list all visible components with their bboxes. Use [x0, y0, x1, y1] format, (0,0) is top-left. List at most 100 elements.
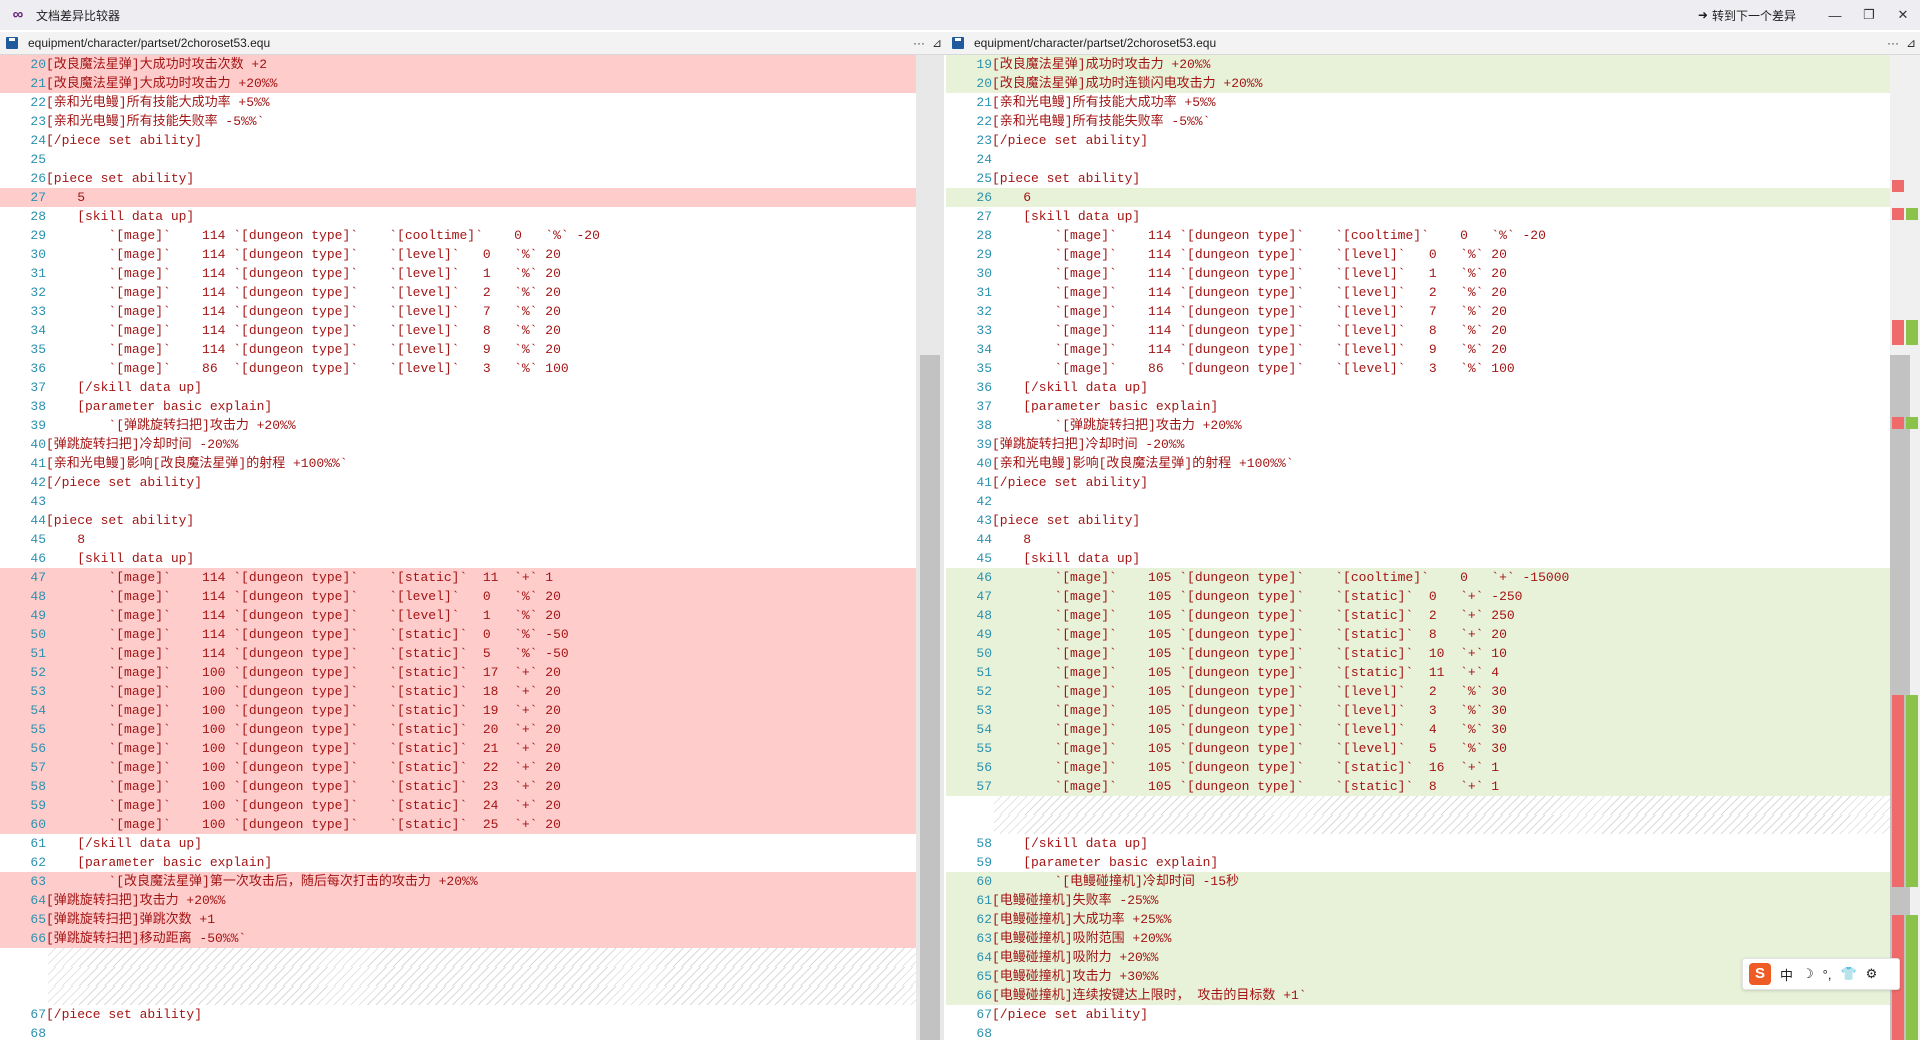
- code-line: 48 `[mage]` 105 `[dungeon type]` `[stati…: [946, 606, 1890, 625]
- ime-moon-icon[interactable]: ☽: [1802, 966, 1814, 982]
- overview-marker-removed: [1892, 417, 1904, 429]
- line-number: 22: [30, 95, 46, 110]
- code-line: 43[piece set ability]: [946, 511, 1890, 530]
- ime-chinese-mode[interactable]: 中: [1780, 965, 1793, 984]
- code-line: 68: [946, 1024, 1890, 1040]
- line-text: `[电鳗碰撞机]冷却时间 -15秒: [992, 874, 1240, 889]
- code-line: 47 `[mage]` 114 `[dungeon type]` `[stati…: [0, 568, 916, 587]
- line-number: 25: [30, 152, 46, 167]
- left-file-path: equipment/character/partset/2choroset53.…: [28, 36, 271, 50]
- ime-toolbar[interactable]: S 中 ☽ °, 👕 ⚙: [1742, 958, 1900, 990]
- overview-marker-removed: [1892, 208, 1904, 220]
- pin-icon[interactable]: ⊿: [1902, 36, 1920, 50]
- right-code-view[interactable]: 19[改良魔法星弹]成功时攻击力 +20%% 20[改良魔法星弹]成功时连锁闪电攻…: [946, 55, 1920, 1040]
- code-line: 21[改良魔法星弹]大成功时攻击力 +20%%: [0, 74, 916, 93]
- line-number: 33: [30, 304, 46, 319]
- ime-settings-icon[interactable]: ⚙: [1866, 966, 1878, 982]
- line-text: `[mage]` 100 `[dungeon type]` `[static]`…: [46, 817, 561, 832]
- line-number: 67: [976, 1007, 992, 1022]
- left-scrollbar[interactable]: [916, 55, 944, 1040]
- line-text: [电鳗碰撞机]大成功率 +25%%: [992, 912, 1172, 927]
- code-line: 35 `[mage]` 86 `[dungeon type]` `[level]…: [946, 359, 1890, 378]
- line-number: 58: [976, 836, 992, 851]
- code-line: 48 `[mage]` 114 `[dungeon type]` `[level…: [0, 587, 916, 606]
- code-line: 64[弹跳旋转扫把]攻击力 +20%%: [0, 891, 916, 910]
- code-line: 54 `[mage]` 100 `[dungeon type]` `[stati…: [0, 701, 916, 720]
- code-line: 35 `[mage]` 114 `[dungeon type]` `[level…: [0, 340, 916, 359]
- line-number: 26: [976, 190, 992, 205]
- line-number: 60: [976, 874, 992, 889]
- sogou-logo-icon[interactable]: S: [1749, 963, 1771, 985]
- left-pane: equipment/character/partset/2choroset53.…: [0, 32, 946, 1040]
- line-text: [piece set ability]: [992, 513, 1141, 528]
- code-line: 50 `[mage]` 105 `[dungeon type]` `[stati…: [946, 644, 1890, 663]
- left-scroll-thumb[interactable]: [920, 355, 940, 1040]
- code-line: 44 8: [946, 530, 1890, 549]
- line-text: [亲和光电鳗]影响[改良魔法星弹]的射程 +100%%`: [992, 456, 1294, 471]
- line-text: [/piece set ability]: [46, 1007, 203, 1022]
- line-number: 35: [30, 342, 46, 357]
- code-line: 43: [0, 492, 916, 511]
- line-number: 23: [30, 114, 46, 129]
- code-line: 68: [0, 1024, 916, 1040]
- arrow-right-icon: ➜: [1697, 8, 1708, 22]
- more-options-icon[interactable]: ···: [910, 36, 928, 50]
- ime-skin-icon[interactable]: 👕: [1840, 966, 1856, 982]
- line-text: `[mage]` 114 `[dungeon type]` `[cooltime…: [46, 228, 600, 243]
- right-file-path: equipment/character/partset/2choroset53.…: [974, 36, 1217, 50]
- line-text: [亲和光电鳗]所有技能大成功率 +5%%: [992, 95, 1216, 110]
- line-text: [弹跳旋转扫把]弹跳次数 +1: [46, 912, 216, 927]
- line-number: 51: [976, 665, 992, 680]
- code-line: 62 [parameter basic explain]: [0, 853, 916, 872]
- line-text: `[mage]` 114 `[dungeon type]` `[level]` …: [46, 247, 561, 262]
- line-text: `[mage]` 105 `[dungeon type]` `[cooltime…: [992, 570, 1570, 585]
- code-line: 57 `[mage]` 100 `[dungeon type]` `[stati…: [0, 758, 916, 777]
- line-number: 30: [30, 247, 46, 262]
- line-number: 63: [976, 931, 992, 946]
- line-text: `[mage]` 114 `[dungeon type]` `[level]` …: [46, 285, 561, 300]
- line-text: [piece set ability]: [46, 171, 195, 186]
- line-number: 38: [30, 399, 46, 414]
- code-line: 34 `[mage]` 114 `[dungeon type]` `[level…: [0, 321, 916, 340]
- visual-studio-icon: ∞: [12, 6, 24, 23]
- line-number: 65: [976, 969, 992, 984]
- diff-overview-map[interactable]: [1892, 55, 1918, 1040]
- line-text: `[mage]` 105 `[dungeon type]` `[level]` …: [992, 741, 1507, 756]
- save-icon[interactable]: [6, 37, 18, 49]
- save-icon[interactable]: [952, 37, 964, 49]
- overview-marker-added: [1906, 417, 1918, 429]
- line-text: [/piece set ability]: [992, 1007, 1149, 1022]
- code-line: 21[亲和光电鳗]所有技能大成功率 +5%%: [946, 93, 1890, 112]
- code-line: 32 `[mage]` 114 `[dungeon type]` `[level…: [946, 302, 1890, 321]
- line-number: 54: [976, 722, 992, 737]
- code-line: 59 `[mage]` 100 `[dungeon type]` `[stati…: [0, 796, 916, 815]
- minimize-button[interactable]: —: [1818, 8, 1852, 23]
- right-pane: equipment/character/partset/2choroset53.…: [946, 32, 1920, 1040]
- code-line: 37 [/skill data up]: [0, 378, 916, 397]
- code-line: 28 `[mage]` 114 `[dungeon type]` `[coolt…: [946, 226, 1890, 245]
- line-text: [/piece set ability]: [992, 475, 1149, 490]
- line-number: 64: [976, 950, 992, 965]
- pin-icon[interactable]: ⊿: [928, 36, 946, 50]
- code-line: 28 [skill data up]: [0, 207, 916, 226]
- next-diff-button[interactable]: ➜ 转到下一个差异: [1698, 7, 1796, 24]
- close-button[interactable]: ✕: [1886, 7, 1920, 23]
- line-text: [skill data up]: [46, 551, 195, 566]
- line-text: [弹跳旋转扫把]冷却时间 -20%%: [992, 437, 1185, 452]
- line-text: [电鳗碰撞机]连续按键达上限时， 攻击的目标数 +1`: [992, 988, 1307, 1003]
- restore-button[interactable]: ❐: [1852, 7, 1886, 23]
- code-line: 56 `[mage]` 100 `[dungeon type]` `[stati…: [0, 739, 916, 758]
- line-text: [弹跳旋转扫把]冷却时间 -20%%: [46, 437, 239, 452]
- line-text: [亲和光电鳗]所有技能大成功率 +5%%: [46, 95, 270, 110]
- more-options-icon[interactable]: ···: [1884, 36, 1902, 50]
- code-line: 42[/piece set ability]: [0, 473, 916, 492]
- line-number: 30: [976, 266, 992, 281]
- line-text: `[mage]` 114 `[dungeon type]` `[level]` …: [46, 342, 561, 357]
- ime-punctuation-icon[interactable]: °,: [1823, 967, 1832, 982]
- line-text: `[mage]` 105 `[dungeon type]` `[level]` …: [992, 722, 1507, 737]
- line-number: 51: [30, 646, 46, 661]
- line-number: 32: [976, 304, 992, 319]
- line-number: 26: [30, 171, 46, 186]
- line-text: [/skill data up]: [46, 380, 203, 395]
- left-code-view[interactable]: 20[改良魔法星弹]大成功时攻击次数 +2 21[改良魔法星弹]大成功时攻击力 +…: [0, 55, 946, 1040]
